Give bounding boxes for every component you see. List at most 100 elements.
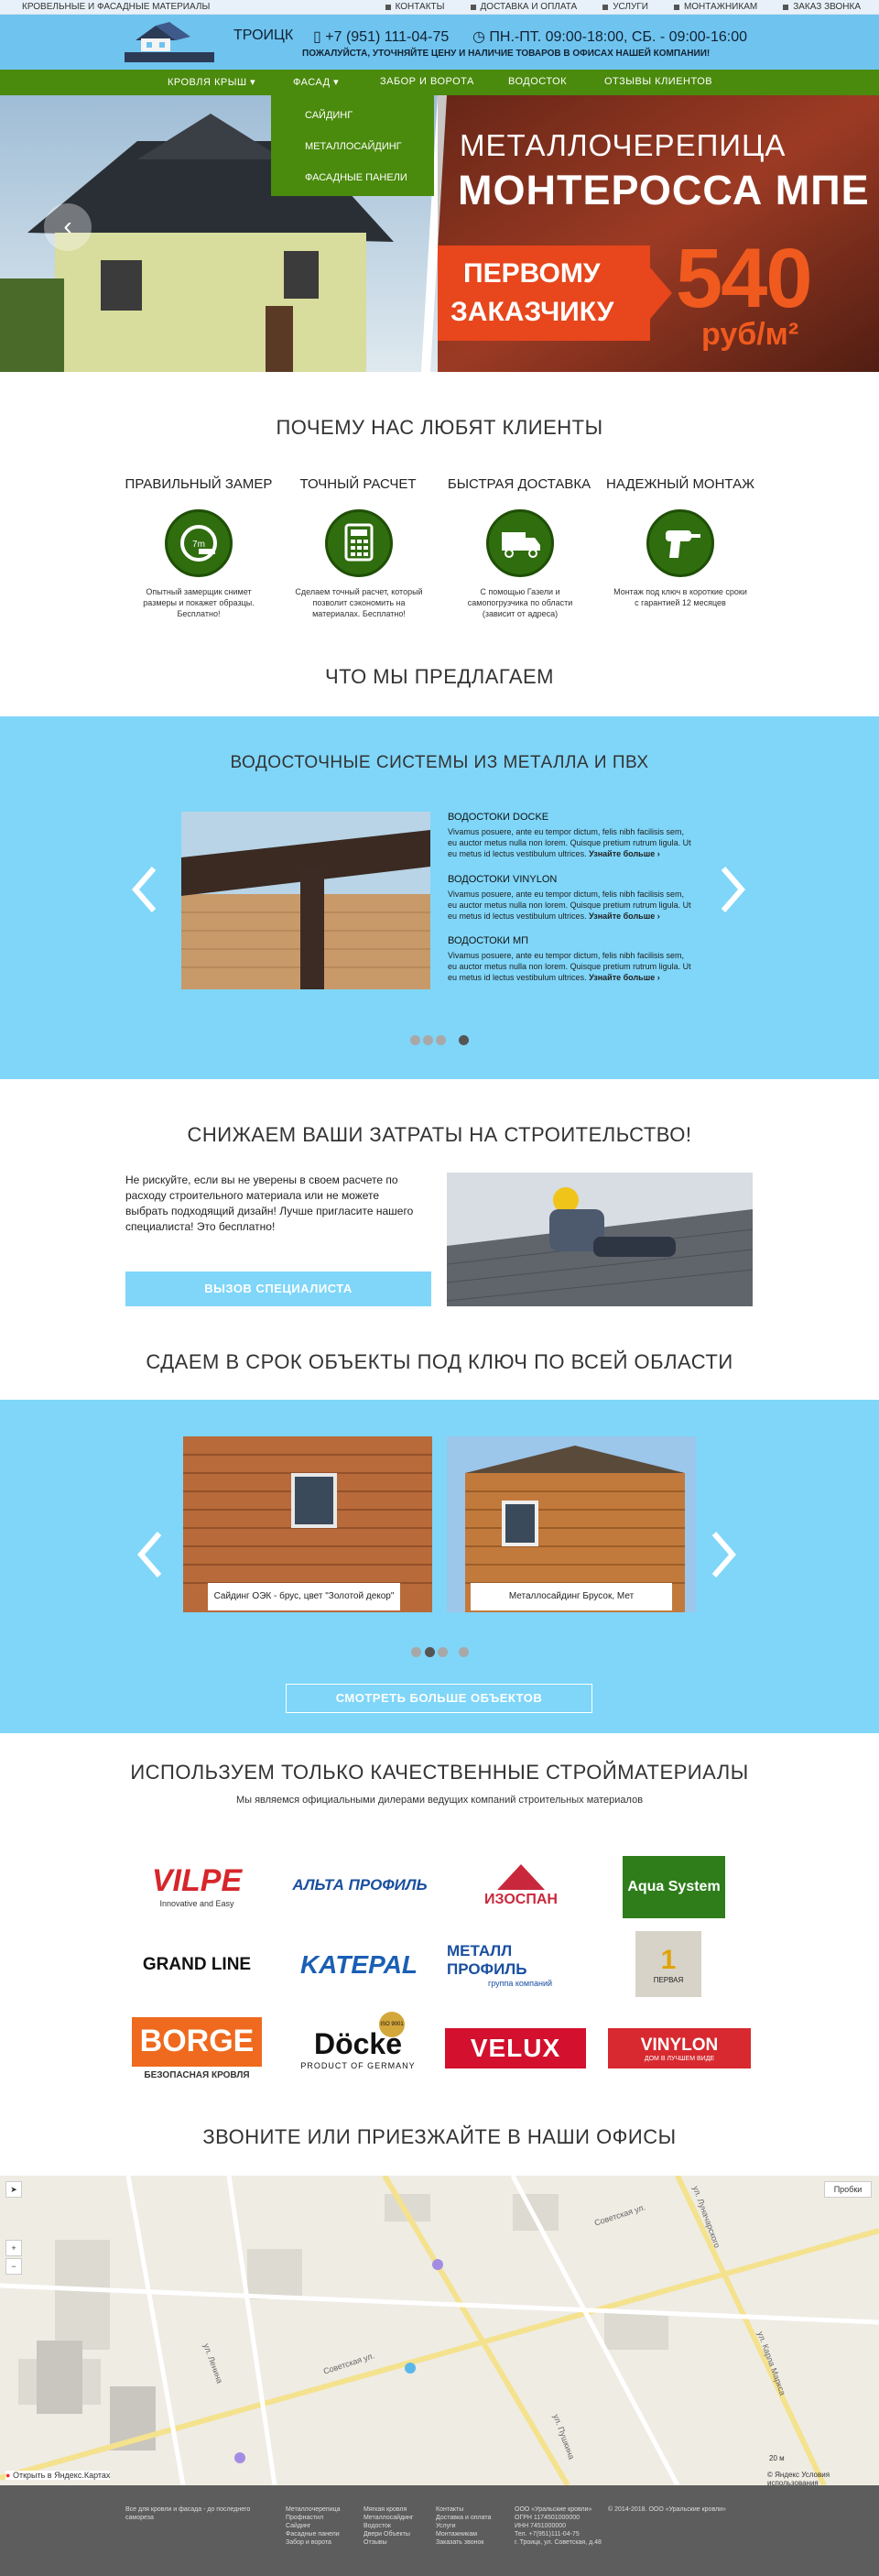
brand-pervaya-digit: 1 xyxy=(660,1944,677,1975)
hero-price-unit: руб/м² xyxy=(701,317,799,352)
learn-more-link-3[interactable]: Узнайте больше › xyxy=(589,973,660,982)
price-notice: ПОЖАЛУЙСТА, УТОЧНЯЙТЕ ЦЕНУ И НАЛИЧИЕ ТОВ… xyxy=(302,49,711,59)
tagline: КРОВЕЛЬНЫЕ И ФАСАДНЫЕ МАТЕРИАЛЫ xyxy=(22,2,211,12)
open-in-yandex-link[interactable]: ● Открыть в Яндекс.Картах xyxy=(5,2471,111,2480)
top-link-callback[interactable]: ЗАКАЗ ЗВОНКА xyxy=(783,2,861,12)
footer-link[interactable]: Профнастил xyxy=(286,2514,341,2522)
map-pin-icon: ● xyxy=(5,2471,11,2480)
footer-link[interactable]: Контакты xyxy=(436,2505,491,2514)
footer-copyright: © 2014-2018. ООО «Уральские кровли» xyxy=(608,2506,726,2513)
brand-metallprofil[interactable]: МЕТАЛЛ ПРОФИЛЬ группа компаний xyxy=(447,1933,593,1997)
footer-link[interactable]: Металлосайдинг xyxy=(364,2514,413,2522)
learn-more-link-2[interactable]: Узнайте больше › xyxy=(589,911,660,921)
brand-borge[interactable]: BORGE БЕЗОПАСНАЯ КРОВЛЯ xyxy=(132,2012,262,2085)
worker-photo xyxy=(447,1173,753,1306)
gutter-item-title-2[interactable]: ВОДОСТОКИ VINYLON xyxy=(448,874,557,885)
gutter-item-title-3[interactable]: ВОДОСТОКИ МП xyxy=(448,935,528,946)
zoom-in-button[interactable]: + xyxy=(5,2240,22,2256)
top-link-services[interactable]: УСЛУГИ xyxy=(602,2,648,12)
footer-link[interactable]: Водосток xyxy=(364,2522,413,2530)
feature-text-2: Сделаем точный расчет, который позволит … xyxy=(295,587,423,618)
projects-dot-3[interactable] xyxy=(438,1647,448,1657)
zoom-out-button[interactable]: − xyxy=(5,2258,22,2275)
carousel-dot-2[interactable] xyxy=(423,1035,433,1045)
brand-velux[interactable]: VELUX xyxy=(445,2028,586,2068)
footer-link[interactable]: Сайдинг xyxy=(286,2522,341,2530)
projects-dot-1[interactable] xyxy=(411,1647,421,1657)
nav-item-fence[interactable]: ЗАБОР И ВОРОТА xyxy=(380,76,474,87)
carousel-dot-3[interactable] xyxy=(436,1035,446,1045)
locate-icon[interactable]: ➤ xyxy=(5,2181,22,2198)
projects-dot-4[interactable] xyxy=(459,1647,469,1657)
chevron-right-icon[interactable] xyxy=(720,865,745,914)
map-canvas xyxy=(0,2176,879,2485)
dropdown-item-metal-siding[interactable]: МЕТАЛЛОСАЙДИНГ xyxy=(305,141,402,152)
footer-link[interactable]: Отзывы xyxy=(364,2538,413,2547)
footer: Все для кровли и фасада - до последнего … xyxy=(0,2485,879,2576)
carousel-dot-4[interactable] xyxy=(459,1035,469,1045)
feature-text-1: Опытный замерщик снимет размеры и покаже… xyxy=(143,587,255,618)
top-link-delivery[interactable]: ДОСТАВКА И ОПЛАТА xyxy=(470,2,577,12)
top-link-contacts[interactable]: КОНТАКТЫ xyxy=(385,2,445,12)
brand-grandline[interactable]: GRAND LINE xyxy=(128,1933,266,1997)
brand-metallprofil-sub: группа компаний xyxy=(487,1979,553,1988)
nav-item-gutters[interactable]: ВОДОСТОК xyxy=(508,76,567,87)
brand-vinylon[interactable]: VINYLON ДОМ В ЛУЧШЕМ ВИДЕ xyxy=(608,2028,751,2068)
nav-item-roofing[interactable]: КРОВЛЯ КРЫШ ▾ xyxy=(168,76,255,88)
contacts-title: ЗВОНИТЕ ИЛИ ПРИЕЗЖАЙТЕ В НАШИ ОФИСЫ xyxy=(202,2125,677,2148)
calculator-icon xyxy=(325,509,393,577)
feature-text-3: С помощью Газели и самопогрузчика по обл… xyxy=(467,587,573,618)
brand-velux-name: VELUX xyxy=(470,2034,561,2062)
brand-docke[interactable]: Döcke PRODUCT OF GERMANY xyxy=(289,2012,427,2085)
footer-link[interactable]: Мягкая кровля xyxy=(364,2505,413,2514)
top-link-installers[interactable]: МОНТАЖНИКАМ xyxy=(673,2,757,12)
call-specialist-button[interactable]: ВЫЗОВ СПЕЦИАЛИСТА xyxy=(125,1272,431,1306)
gutter-item-title-1[interactable]: ВОДОСТОКИ DOCKE xyxy=(448,812,548,823)
city-label[interactable]: ТРОИЦК xyxy=(233,27,293,44)
map[interactable]: ➤ Пробки + − ● Открыть в Яндекс.Картах 2… xyxy=(0,2176,879,2485)
brand-pervaya[interactable]: 1 ПЕРВАЯ xyxy=(635,1931,701,1997)
nav-item-facade[interactable]: ФАСАД ▾ xyxy=(293,76,339,88)
footer-link[interactable]: Заказать звонок xyxy=(436,2538,491,2547)
nav-item-reviews[interactable]: ОТЗЫВЫ КЛИЕНТОВ xyxy=(604,76,712,87)
more-projects-button[interactable]: СМОТРЕТЬ БОЛЬШЕ ОБЪЕКТОВ xyxy=(286,1684,592,1713)
footer-link[interactable]: Забор и ворота xyxy=(286,2538,341,2547)
feature-title-3: БЫСТРАЯ ДОСТАВКА xyxy=(447,476,591,492)
brand-altaprofil[interactable]: АЛЬТА ПРОФИЛЬ xyxy=(291,1850,429,1920)
traffic-button[interactable]: Пробки xyxy=(824,2181,872,2198)
hero-promo1: ПЕРВОМУ xyxy=(463,258,601,289)
footer-link[interactable]: Монтажникам xyxy=(436,2530,491,2538)
footer-col-3: Мягкая кровля Металлосайдинг Водосток Дв… xyxy=(364,2505,413,2547)
phone-number[interactable]: ▯ +7 (951) 111-04-75 xyxy=(313,27,449,46)
chevron-left-icon[interactable] xyxy=(132,865,157,914)
footer-link[interactable]: Фасадные панели xyxy=(286,2530,341,2538)
chevron-down-icon: ▾ xyxy=(250,77,256,88)
main-nav: КРОВЛЯ КРЫШ ▾ ФАСАД ▾ ЗАБОР И ВОРОТА ВОД… xyxy=(0,70,879,95)
chevron-right-icon[interactable] xyxy=(711,1530,736,1579)
square-icon xyxy=(783,4,789,10)
footer-link[interactable]: Доставка и оплата xyxy=(436,2514,491,2522)
projects-dot-2[interactable] xyxy=(425,1647,435,1657)
dropdown-item-siding[interactable]: САЙДИНГ xyxy=(305,110,353,121)
project-caption-2: Металлосайдинг Брусок, Мет xyxy=(471,1583,672,1610)
map-copyright[interactable]: © Яндекс Условия использования xyxy=(767,2471,879,2485)
brand-katepal[interactable]: KATEPAL xyxy=(286,1933,432,1997)
footer-col-4: Контакты Доставка и оплата Услуги Монтаж… xyxy=(436,2505,491,2547)
chevron-left-icon[interactable] xyxy=(137,1530,163,1579)
footer-link[interactable]: Металлочерепица xyxy=(286,2505,341,2514)
dropdown-item-facade-panels[interactable]: ФАСАДНЫЕ ПАНЕЛИ xyxy=(305,172,407,183)
hero-prev-arrow[interactable]: ‹ xyxy=(44,203,92,251)
footer-link[interactable]: Услуги xyxy=(436,2522,491,2530)
learn-more-link-1[interactable]: Узнайте больше › xyxy=(589,849,660,858)
brand-izospan-name: ИЗОСПАН xyxy=(484,1892,558,1907)
hero-promo-box[interactable]: ПЕРВОМУ ЗАКАЗЧИКУ xyxy=(438,246,672,341)
footer-link[interactable]: Двери Объекты xyxy=(364,2530,413,2538)
brand-izospan[interactable]: ИЗОСПАН xyxy=(461,1850,581,1920)
promo-arrow-shape xyxy=(650,267,672,319)
why-title: ПОЧЕМУ НАС ЛЮБЯТ КЛИЕНТЫ xyxy=(276,416,603,439)
top-links: КОНТАКТЫ ДОСТАВКА И ОПЛАТА УСЛУГИ МОНТАЖ… xyxy=(385,2,861,12)
logo[interactable] xyxy=(119,20,220,64)
brand-vilpe[interactable]: VILPE Innovative and Easy xyxy=(128,1850,266,1920)
brand-aquasystem[interactable]: Aqua System xyxy=(623,1856,725,1918)
carousel-dot-1[interactable] xyxy=(410,1035,420,1045)
